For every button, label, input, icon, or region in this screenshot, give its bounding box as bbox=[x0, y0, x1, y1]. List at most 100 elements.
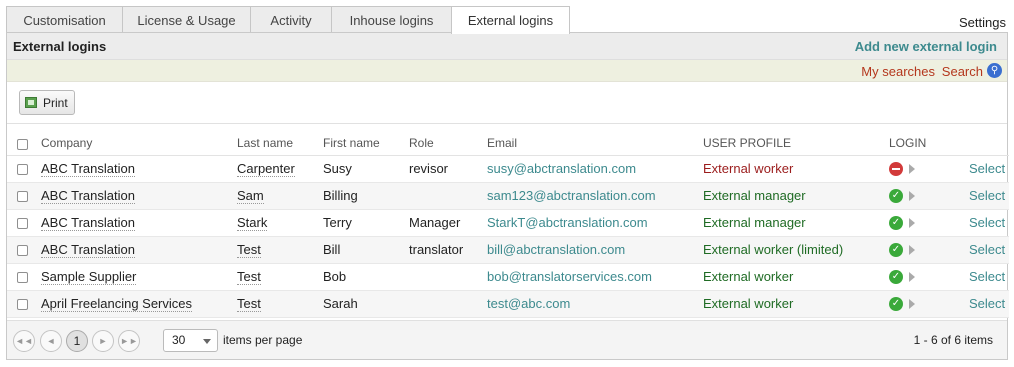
email-link[interactable]: test@abc.com bbox=[487, 296, 570, 311]
select-link[interactable]: Select bbox=[969, 155, 1009, 183]
current-page-button[interactable]: 1 bbox=[66, 330, 88, 352]
row-checkbox[interactable] bbox=[17, 218, 28, 230]
select-all-checkbox[interactable] bbox=[17, 138, 28, 150]
role-cell: revisor bbox=[409, 155, 487, 183]
page-size-select[interactable]: 30 bbox=[163, 329, 218, 352]
select-link[interactable]: Select bbox=[969, 236, 1009, 264]
external-logins-table: Company Last name First name Role Email … bbox=[7, 124, 1009, 318]
search-link[interactable]: Search bbox=[942, 64, 983, 79]
login-blocked-icon[interactable] bbox=[889, 162, 903, 177]
first-name-cell: Bob bbox=[323, 263, 409, 291]
search-bar: My searches Search ⚲ bbox=[7, 60, 1007, 82]
expand-arrow-icon[interactable] bbox=[909, 218, 915, 229]
user-profile-cell: External manager bbox=[703, 209, 889, 237]
select-link[interactable]: Select bbox=[969, 290, 1009, 318]
user-profile-cell: External worker bbox=[703, 290, 889, 318]
row-checkbox[interactable] bbox=[17, 191, 28, 203]
last-name-link[interactable]: Test bbox=[237, 296, 261, 312]
search-icon[interactable]: ⚲ bbox=[987, 63, 1002, 78]
my-searches-link[interactable]: My searches bbox=[861, 64, 935, 79]
column-role[interactable]: Role bbox=[409, 124, 487, 156]
login-enabled-icon[interactable]: ✓ bbox=[889, 297, 903, 312]
row-checkbox[interactable] bbox=[17, 272, 28, 284]
toolbar: Print bbox=[7, 82, 1007, 124]
last-name-link[interactable]: Carpenter bbox=[237, 161, 295, 177]
role-cell bbox=[409, 290, 487, 318]
table-row: ABC Translation Sam Billing sam123@abctr… bbox=[7, 182, 1009, 210]
first-name-cell: Billing bbox=[323, 182, 409, 210]
table-row: April Freelancing Services Test Sarah te… bbox=[7, 290, 1009, 318]
company-link[interactable]: ABC Translation bbox=[41, 242, 135, 258]
email-link[interactable]: bill@abctranslation.com bbox=[487, 242, 625, 257]
company-link[interactable]: ABC Translation bbox=[41, 215, 135, 231]
spreadsheet-icon bbox=[25, 97, 37, 108]
email-link[interactable]: StarkT@abctranslation.com bbox=[487, 215, 648, 230]
last-name-link[interactable]: Sam bbox=[237, 188, 264, 204]
column-login: LOGIN bbox=[889, 124, 969, 156]
last-name-link[interactable]: Stark bbox=[237, 215, 268, 231]
expand-arrow-icon[interactable] bbox=[909, 164, 915, 175]
print-button[interactable]: Print bbox=[19, 90, 75, 115]
tab-activity[interactable]: Activity bbox=[250, 6, 332, 33]
role-cell: translator bbox=[409, 236, 487, 264]
company-link[interactable]: ABC Translation bbox=[41, 161, 135, 177]
tab-customisation[interactable]: Customisation bbox=[6, 6, 123, 33]
user-profile-cell: External worker bbox=[703, 263, 889, 291]
column-company[interactable]: Company bbox=[41, 124, 237, 156]
expand-arrow-icon[interactable] bbox=[909, 272, 915, 283]
expand-arrow-icon[interactable] bbox=[909, 245, 915, 256]
tab-inhouse-logins[interactable]: Inhouse logins bbox=[331, 6, 452, 33]
column-email[interactable]: Email bbox=[487, 124, 703, 156]
column-last-name[interactable]: Last name bbox=[237, 124, 323, 156]
login-enabled-icon[interactable]: ✓ bbox=[889, 189, 903, 204]
select-link[interactable]: Select bbox=[969, 182, 1009, 210]
expand-arrow-icon[interactable] bbox=[909, 191, 915, 202]
email-link[interactable]: susy@abctranslation.com bbox=[487, 161, 636, 176]
row-checkbox[interactable] bbox=[17, 299, 28, 311]
email-link[interactable]: bob@translatorservices.com bbox=[487, 269, 652, 284]
last-name-link[interactable]: Test bbox=[237, 269, 261, 285]
pager: ◄◄ ◄ 1 ► ►► 30 items per page 1 - 6 of 6… bbox=[7, 320, 1007, 359]
role-cell bbox=[409, 182, 487, 210]
role-cell: Manager bbox=[409, 209, 487, 237]
column-first-name[interactable]: First name bbox=[323, 124, 409, 156]
expand-arrow-icon[interactable] bbox=[909, 299, 915, 310]
row-checkbox[interactable] bbox=[17, 164, 28, 176]
first-name-cell: Sarah bbox=[323, 290, 409, 318]
user-profile-cell: External manager bbox=[703, 182, 889, 210]
last-name-link[interactable]: Test bbox=[237, 242, 261, 258]
row-checkbox[interactable] bbox=[17, 245, 28, 257]
company-link[interactable]: April Freelancing Services bbox=[41, 296, 193, 312]
company-link[interactable]: Sample Supplier bbox=[41, 269, 137, 285]
first-name-cell: Terry bbox=[323, 209, 409, 237]
first-page-icon[interactable]: ◄◄ bbox=[13, 330, 35, 352]
external-logins-panel: External logins Add new external login M… bbox=[6, 32, 1009, 360]
settings-link[interactable]: Settings bbox=[959, 15, 1006, 30]
previous-page-icon[interactable]: ◄ bbox=[40, 330, 62, 352]
add-external-login-link[interactable]: Add new external login bbox=[855, 39, 997, 54]
table-row: ABC Translation Test Bill translator bil… bbox=[7, 236, 1009, 264]
table-row: ABC Translation Carpenter Susy revisor s… bbox=[7, 155, 1009, 183]
login-enabled-icon[interactable]: ✓ bbox=[889, 270, 903, 285]
email-link[interactable]: sam123@abctranslation.com bbox=[487, 188, 656, 203]
first-name-cell: Susy bbox=[323, 155, 409, 183]
select-link[interactable]: Select bbox=[969, 263, 1009, 291]
last-page-icon[interactable]: ►► bbox=[118, 330, 140, 352]
table-header-row: Company Last name First name Role Email … bbox=[7, 124, 1009, 156]
next-page-icon[interactable]: ► bbox=[92, 330, 114, 352]
role-cell bbox=[409, 263, 487, 291]
login-enabled-icon[interactable]: ✓ bbox=[889, 243, 903, 258]
login-enabled-icon[interactable]: ✓ bbox=[889, 216, 903, 231]
tab-license-usage[interactable]: License & Usage bbox=[122, 6, 251, 33]
per-page-label: items per page bbox=[223, 333, 303, 347]
tab-external-logins[interactable]: External logins bbox=[451, 6, 570, 34]
select-all-cell bbox=[7, 124, 41, 156]
panel-header: External logins Add new external login bbox=[7, 33, 1007, 60]
company-link[interactable]: ABC Translation bbox=[41, 188, 135, 204]
user-profile-cell: External worker bbox=[703, 155, 889, 183]
select-link[interactable]: Select bbox=[969, 209, 1009, 237]
tab-bar: Customisation License & Usage Activity I… bbox=[6, 6, 570, 34]
table-row: Sample Supplier Test Bob bob@translators… bbox=[7, 263, 1009, 291]
user-profile-cell: External worker (limited) bbox=[703, 236, 889, 264]
column-user-profile: USER PROFILE bbox=[703, 124, 889, 156]
